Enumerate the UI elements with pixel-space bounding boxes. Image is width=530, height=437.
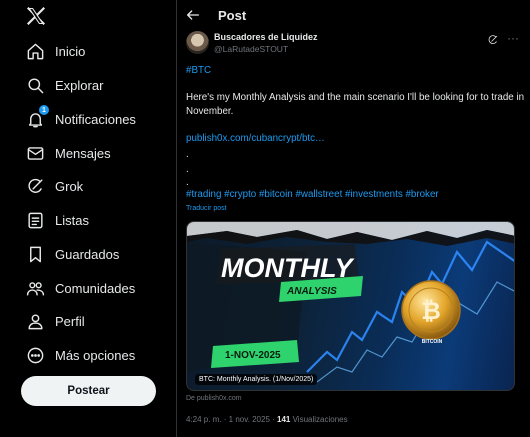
media-subheadline: ANALYSIS <box>286 286 337 297</box>
sidebar-item-label: Guardados <box>55 246 120 262</box>
post-dot: . <box>186 149 189 160</box>
grok-icon <box>24 175 46 197</box>
sidebar-item-explorar[interactable]: Explorar <box>24 71 103 99</box>
sidebar-item-comunidades[interactable]: Comunidades <box>24 274 135 302</box>
post-dot: . <box>186 164 189 175</box>
sidebar-item-inicio[interactable]: Inicio <box>24 37 85 65</box>
sidebar-item-mas-opciones[interactable]: Más opciones <box>24 341 135 369</box>
back-arrow-icon[interactable] <box>185 7 201 23</box>
post-body: Here's my Monthly Analysis and the main … <box>186 92 525 117</box>
hashtags-link[interactable]: #trading #crypto #bitcoin #wallstreet #i… <box>186 188 526 202</box>
more-circle-icon <box>24 344 46 366</box>
author-name[interactable]: Buscadores de Liquidez <box>214 32 318 42</box>
sidebar-item-perfil[interactable]: Perfil <box>24 307 85 335</box>
sidebar-item-listas[interactable]: Listas <box>24 206 89 234</box>
notification-badge: 1 <box>39 105 49 115</box>
page-header: Post <box>177 0 530 32</box>
media-headline: MONTHLY <box>221 253 355 283</box>
sidebar-item-label: Comunidades <box>55 280 136 296</box>
mail-icon <box>24 142 46 164</box>
sidebar-item-label: Perfil <box>55 313 85 329</box>
post-timestamp[interactable]: 4:24 p. m. · 1 nov. 2025 · <box>186 415 277 424</box>
page-title: Post <box>218 8 247 23</box>
bitcoin-symbol: ₿ <box>421 297 441 325</box>
media-caption: BTC: Monthly Analysis. (1/Nov/2025) <box>195 374 318 385</box>
monthly-analysis-artwork: MONTHLY ANALYSIS 1-NOV-2025 ₿ BITCOIN <box>187 222 514 383</box>
sidebar-item-label: Notificaciones <box>55 111 136 127</box>
people-icon <box>24 277 46 299</box>
sidebar-item-label: Inicio <box>55 43 86 59</box>
sidebar-item-grok[interactable]: Grok <box>24 172 83 200</box>
sidebar-item-label: Explorar <box>55 77 104 93</box>
post-meta: 4:24 p. m. · 1 nov. 2025 · 141 Visualiza… <box>186 415 348 424</box>
search-icon <box>24 74 46 96</box>
post-media-image[interactable]: MONTHLY ANALYSIS 1-NOV-2025 ₿ BITCOIN BT… <box>186 221 515 391</box>
sidebar: Inicio Explorar 1 Notificaciones Mensaje… <box>0 0 176 437</box>
sidebar-item-notificaciones[interactable]: 1 Notificaciones <box>24 105 136 133</box>
list-icon <box>24 209 46 231</box>
media-source[interactable]: De publish0x.com <box>186 395 242 402</box>
media-date: 1-NOV-2025 <box>225 350 281 361</box>
sidebar-item-mensajes[interactable]: Mensajes <box>24 139 111 167</box>
views-label: Visualizaciones <box>290 415 348 424</box>
post-detail: Post Buscadores de Liquidez @LaRutadeSTO… <box>176 0 530 437</box>
sidebar-item-guardados[interactable]: Guardados <box>24 240 119 268</box>
sidebar-item-label: Listas <box>55 212 89 228</box>
more-options-icon[interactable]: ··· <box>507 32 521 45</box>
x-logo-icon[interactable] <box>26 6 46 26</box>
post-link[interactable]: publish0x.com/cubancrypt/btc… <box>186 132 526 146</box>
media-coin-label: BITCOIN <box>422 339 443 345</box>
post-button[interactable]: Postear <box>21 376 156 406</box>
grok-icon[interactable] <box>487 33 499 45</box>
avatar[interactable] <box>186 31 209 54</box>
home-icon <box>24 40 46 62</box>
hashtag-link[interactable]: #BTC <box>186 64 526 78</box>
sidebar-item-label: Más opciones <box>55 347 136 363</box>
author-handle[interactable]: @LaRutadeSTOUT <box>214 44 288 54</box>
views-count: 141 <box>277 415 291 424</box>
person-icon <box>24 310 46 332</box>
translate-post-link[interactable]: Traducir post <box>186 205 227 212</box>
bookmark-icon <box>24 243 46 265</box>
bell-icon: 1 <box>24 105 49 130</box>
sidebar-item-label: Mensajes <box>55 145 111 161</box>
sidebar-item-label: Grok <box>55 178 84 194</box>
